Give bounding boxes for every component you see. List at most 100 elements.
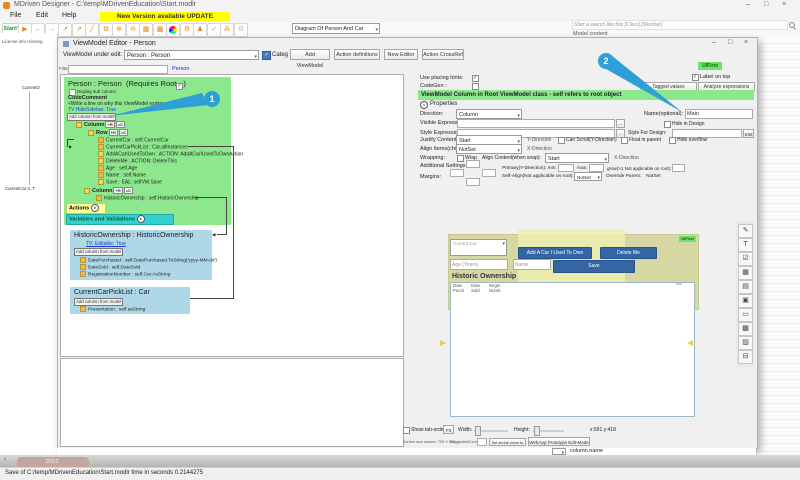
calendar-icon[interactable]: ▤ [738, 280, 753, 294]
grid-icon[interactable]: ▦ [139, 23, 153, 37]
add-row-mini-button[interactable]: +R [113, 187, 123, 194]
hide-overflow-checkbox[interactable] [669, 137, 676, 144]
visible-expression-input[interactable] [457, 119, 615, 128]
preview-name-input[interactable] [513, 259, 551, 270]
settings-icon[interactable]: ⚙ [234, 23, 248, 37]
dialog-close-button[interactable]: × [744, 39, 748, 46]
background-column-select[interactable] [552, 448, 566, 455]
action-definitions-button[interactable]: Action definitions [334, 49, 380, 60]
float-in-parent-checkbox[interactable] [621, 137, 628, 144]
eq-col-mini-button[interactable]: =C [118, 129, 129, 136]
height-slider-thumb[interactable] [534, 426, 540, 436]
preview-table[interactable] [450, 282, 695, 417]
chevron-down-icon[interactable]: ∨ [90, 204, 99, 212]
visible-expression-ellipsis-button[interactable]: … [616, 119, 625, 128]
menu-edit[interactable]: Edit [36, 12, 48, 19]
frame-icon[interactable]: ▩ [738, 322, 753, 336]
validate-icon[interactable]: ✓ [207, 23, 221, 37]
variables-section[interactable]: Variables and Validations ∨ [66, 214, 174, 225]
tree-item-deleteme[interactable]: DeleteMe : ACTION: DeleteThis [98, 158, 177, 164]
align-items-select[interactable]: NotSet [456, 144, 522, 154]
add-column-from-model-button[interactable]: Add column from model [74, 298, 124, 306]
webapp-prototype-button[interactable]: WebApp Prototype Edit-Mode [528, 437, 590, 446]
resize-handle-right[interactable] [687, 340, 693, 346]
printer-icon[interactable]: ⊟ [738, 350, 753, 364]
minimize-button[interactable]: – [746, 1, 750, 8]
pointer-alt-icon[interactable]: ↗ [72, 23, 86, 37]
table-col-registrationnumber[interactable]: Regis Numb [489, 283, 505, 294]
dialog-minimize-button[interactable]: – [712, 39, 716, 46]
tree-item-age[interactable]: Age : self.Age [98, 165, 137, 171]
tree-column2-node[interactable]: Column +R =C [84, 187, 133, 194]
table-col-datepurchased[interactable]: Date Purch [453, 283, 468, 294]
align-content-select[interactable]: Start [545, 153, 609, 163]
fit-button[interactable]: Fit [443, 425, 454, 434]
zoom-in-icon[interactable]: ⊕ [112, 23, 126, 37]
table-export-icon[interactable]: ▩ [153, 23, 167, 37]
width-slider-thumb[interactable] [475, 426, 481, 436]
new-editor-button[interactable]: New Editor [384, 49, 418, 60]
hide-in-design-checkbox[interactable] [664, 121, 671, 128]
show-tab-order-checkbox[interactable] [403, 427, 410, 434]
maximize-button[interactable]: □ [764, 1, 768, 8]
preview-add-car-button[interactable]: Add A Car I Used To Own [518, 247, 592, 259]
pointer-icon[interactable]: ↗ [58, 23, 72, 37]
tv-editable-link[interactable]: TV: Editable: True [86, 241, 126, 247]
close-button[interactable]: × [782, 1, 786, 8]
preview-currentcar-combobox[interactable]: Current Car [450, 239, 507, 256]
menu-help[interactable]: Help [62, 12, 76, 19]
picture-icon[interactable]: ▨ [738, 336, 753, 350]
eq-col-mini-button[interactable]: =C [123, 187, 133, 194]
color-wheel-icon[interactable] [166, 23, 180, 37]
shrink-zoom-button[interactable]: Set shrink zoom to fit [489, 438, 526, 453]
add-viewmodel-button[interactable]: Add ViewModel [290, 49, 330, 69]
checkbox-icon[interactable]: ☑ [738, 252, 753, 266]
preview-save-button[interactable]: Save [553, 260, 635, 273]
table-add-icon[interactable]: ▦ [738, 266, 753, 280]
filter-input[interactable] [68, 65, 168, 74]
preview-age-input[interactable] [450, 259, 508, 270]
direction-select[interactable]: Column [456, 109, 522, 119]
edit-note-icon[interactable]: ✎ [738, 224, 753, 238]
wrap-checkbox[interactable] [457, 155, 464, 162]
table-col-datesold[interactable]: Date Sold [471, 283, 486, 294]
can-scroll-checkbox[interactable] [558, 137, 565, 144]
categ-checkbox[interactable]: ✓ [262, 51, 271, 60]
add-column-from-model-button[interactable]: Add column from model [74, 248, 124, 256]
image-person-icon[interactable]: ▣ [738, 294, 753, 308]
tab-scroll-back[interactable]: ‹ [4, 456, 6, 463]
historic-item-datepurchased[interactable]: DatePurchased : self.DatePurchased.ToStr… [80, 257, 217, 263]
button-widget-icon[interactable]: ▭ [738, 308, 753, 322]
table-menu-dots[interactable]: ⋯ [676, 281, 682, 288]
preview-delete-button[interactable]: Delete Me [600, 247, 657, 259]
tree-item-addacar[interactable]: AddACarIUsedToOwn : ACTION: AddACarIUsed… [98, 151, 243, 157]
primary-max-input[interactable] [589, 164, 604, 172]
search-input[interactable] [572, 20, 788, 30]
person-tab[interactable]: Person [172, 66, 189, 72]
historic-item-registrationnumber[interactable]: RegistrationNumber : self.Car.AsString [80, 271, 170, 277]
margin-top-input[interactable] [466, 160, 480, 168]
tree-row-node[interactable]: Row +R =C [88, 129, 129, 136]
update-banner[interactable]: New Version available UPDATE [100, 12, 230, 21]
suggested-zoom-input[interactable] [477, 438, 487, 446]
doc-tab[interactable]: DOC [17, 457, 89, 467]
use-placing-hints-checkbox[interactable] [472, 75, 479, 82]
margin-right-input[interactable] [482, 169, 496, 177]
picklist-item-presentation[interactable]: Presentation : self.asString [80, 306, 145, 312]
collapse-section-icon[interactable]: ∧ [420, 101, 428, 109]
name-input[interactable] [685, 109, 753, 119]
actions-section[interactable]: Actions ∨ [66, 203, 106, 214]
tree-item-currentcar[interactable]: CurrentCar : self.CurrentCar [98, 137, 169, 143]
add-row-mini-button[interactable]: +R [108, 129, 118, 136]
text-icon[interactable]: T [738, 238, 753, 252]
menu-file[interactable]: File [10, 12, 21, 19]
historic-item-datesold[interactable]: DateSold : self.DateSold [80, 264, 140, 270]
viewmodel-select[interactable]: Person : Person [124, 50, 259, 60]
zoom-out-icon[interactable]: ⊖ [126, 23, 140, 37]
chevron-down-icon[interactable]: ∨ [136, 215, 145, 223]
margin-left-input[interactable] [450, 169, 464, 177]
tree-item-currentcarpicklist[interactable]: CurrentCarPickList : Car.allInstances [98, 144, 188, 150]
primary-min-input[interactable] [558, 164, 574, 172]
resize-handle-left[interactable] [440, 340, 446, 346]
tree-item-historicownership[interactable]: HistoricOwnership : self.HistoricOwnersh… [96, 195, 198, 201]
